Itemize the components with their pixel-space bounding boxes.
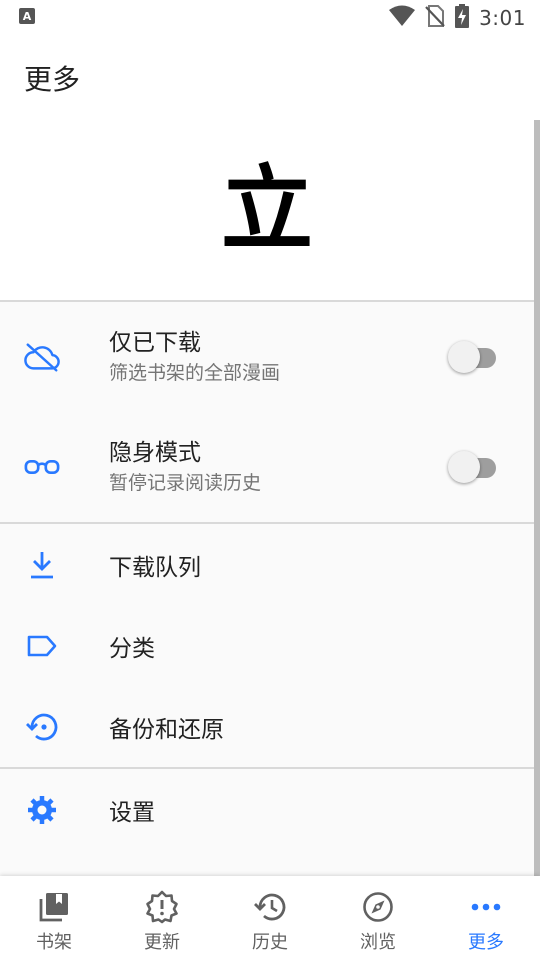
scrollbar[interactable] xyxy=(534,120,540,876)
no-sim-icon xyxy=(425,5,445,31)
preference-text: 仅已下载 筛选书架的全部漫画 xyxy=(109,328,280,386)
nav-history[interactable]: 历史 xyxy=(216,876,324,960)
nav-label: 更多 xyxy=(468,932,504,953)
compass-icon xyxy=(361,890,395,924)
settings-list: 仅已下载 筛选书架的全部漫画 隐身模式 暂停记录阅读历史 下载队列 分类 备份和… xyxy=(0,300,534,876)
categories-item[interactable]: 分类 xyxy=(0,605,534,686)
preference-title: 仅已下载 xyxy=(109,330,201,356)
nav-updates[interactable]: 更新 xyxy=(108,876,216,960)
battery-charging-icon xyxy=(455,4,470,32)
nav-library[interactable]: 书架 xyxy=(0,876,108,960)
incognito-mode-preference[interactable]: 隐身模式 暂停记录阅读历史 xyxy=(0,412,534,522)
history-icon xyxy=(253,890,287,924)
status-time: 3:01 xyxy=(479,6,526,30)
preference-text: 隐身模式 暂停记录阅读历史 xyxy=(109,438,261,496)
status-bar: A 3:01 xyxy=(0,0,540,36)
logo-header: 立 xyxy=(0,120,534,300)
nav-label: 历史 xyxy=(252,932,288,953)
menu-label: 分类 xyxy=(109,635,155,662)
menu-label: 设置 xyxy=(109,799,155,826)
nav-label: 书架 xyxy=(36,932,72,953)
wifi-icon xyxy=(389,5,416,31)
bottom-navigation: 书架 更新 历史 浏览 更多 xyxy=(0,876,540,960)
cloud-off-icon xyxy=(24,339,60,375)
status-right: 3:01 xyxy=(389,4,526,32)
a-letter-icon: A xyxy=(18,7,36,29)
nav-label: 更新 xyxy=(144,932,180,953)
preference-title: 隐身模式 xyxy=(109,440,201,466)
nav-label: 浏览 xyxy=(360,932,396,953)
glasses-icon xyxy=(24,449,60,485)
switch-thumb xyxy=(448,341,480,373)
incognito-mode-switch[interactable] xyxy=(448,450,500,484)
more-horiz-icon xyxy=(469,890,503,924)
library-icon xyxy=(37,890,71,924)
preference-summary: 筛选书架的全部漫画 xyxy=(109,362,281,384)
app-bar: 更多 xyxy=(0,36,540,120)
svg-text:A: A xyxy=(23,10,32,23)
nav-more[interactable]: 更多 xyxy=(432,876,540,960)
preference-summary: 暂停记录阅读历史 xyxy=(109,472,262,494)
gear-icon xyxy=(24,792,60,828)
status-left: A xyxy=(18,7,36,29)
menu-label: 下载队列 xyxy=(109,554,201,581)
restore-icon xyxy=(24,709,60,745)
download-queue-item[interactable]: 下载队列 xyxy=(0,524,534,605)
nav-browse[interactable]: 浏览 xyxy=(324,876,432,960)
settings-item[interactable]: 设置 xyxy=(0,769,534,850)
downloaded-only-preference[interactable]: 仅已下载 筛选书架的全部漫画 xyxy=(0,302,534,412)
label-icon xyxy=(24,628,60,664)
menu-label: 备份和还原 xyxy=(109,716,224,743)
downloaded-only-switch[interactable] xyxy=(448,340,500,374)
new-releases-icon xyxy=(145,890,179,924)
backup-restore-item[interactable]: 备份和还原 xyxy=(0,686,534,767)
app-logo: 立 xyxy=(220,156,313,263)
download-icon xyxy=(24,547,60,583)
about-item[interactable]: 关于 xyxy=(0,850,534,876)
page-title: 更多 xyxy=(24,63,81,96)
switch-thumb xyxy=(448,451,480,483)
